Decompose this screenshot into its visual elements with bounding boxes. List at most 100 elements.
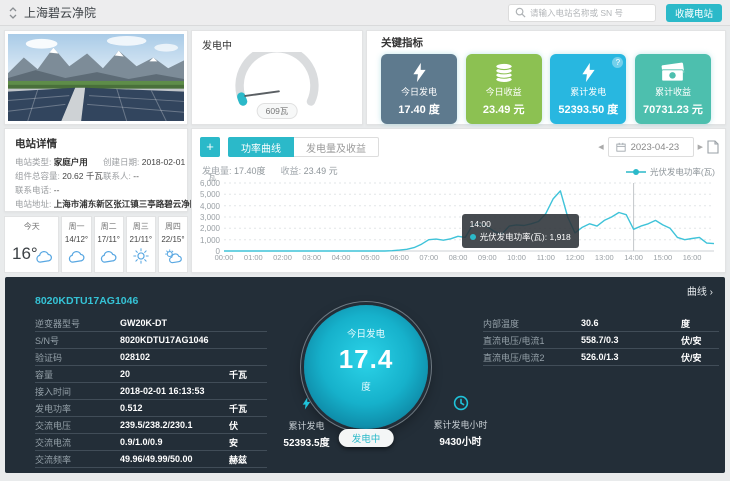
x-axis-tick: 09:00 [478, 253, 497, 262]
inv-row-label: 交流频率 [35, 453, 120, 466]
x-axis-tick: 12:00 [566, 253, 585, 262]
detail-value: 家庭户用 [54, 157, 88, 167]
daily-generation-value: 17.4 [339, 344, 394, 375]
weather-card: 周四 22/15° [158, 216, 188, 273]
help-icon[interactable]: ? [612, 57, 623, 68]
x-axis-tick: 08:00 [449, 253, 468, 262]
kpi-icon [578, 60, 599, 85]
detail-value: 20.62 千瓦 [62, 171, 103, 181]
chart-tooltip: 14:00 光伏发电功率(瓦): 1,918 [462, 214, 579, 248]
kpi-label: 累计发电 [570, 85, 606, 98]
station-details-card: 电站详情 电站类型: 家庭户用创建日期: 2018-02-01组件总容量: 20… [4, 128, 188, 212]
power-gauge-title: 发电中 [202, 37, 352, 52]
search-icon [515, 7, 526, 18]
table-row: 接入时间 2018-02-01 16:13:53 [35, 383, 267, 400]
kpi-card: ? 累计发电 52393.50 度 [550, 54, 626, 124]
collapse-station-icon[interactable] [8, 6, 18, 20]
x-axis-tick: 01:00 [244, 253, 263, 262]
daily-generation-unit: 度 [361, 379, 371, 393]
detail-value: -- [54, 185, 60, 195]
inv-row-value: 20 [120, 369, 229, 379]
x-axis-tick: 04:00 [332, 253, 351, 262]
power-gauge-dial [202, 52, 352, 110]
inverter-sn-tab[interactable]: 8020KDTU17AG1046 [35, 295, 138, 307]
add-curve-button[interactable]: + [200, 137, 220, 157]
power-gauge-value: 609瓦 [257, 103, 298, 119]
x-axis-tick: 05:00 [361, 253, 380, 262]
total-hours-block: 累计发电小时 9430小时 [413, 395, 508, 448]
inv-row-label: 发电功率 [35, 402, 120, 415]
inv-row-label: 接入时间 [35, 385, 120, 398]
kpi-value: 52393.50 度 [558, 101, 618, 117]
inv-row-label: 逆变器型号 [35, 317, 120, 330]
lightning-icon [300, 399, 313, 416]
inv-row-value: 0.9/1.0/0.9 [120, 437, 229, 447]
y-axis-tick: 2,000 [194, 224, 220, 233]
inv-row-value: 558.7/0.3 [581, 335, 681, 345]
x-axis-tick: 06:00 [390, 253, 409, 262]
station-detail-row: 电站类型: 家庭户用创建日期: 2018-02-01 [15, 155, 177, 169]
export-icon[interactable] [707, 140, 719, 154]
chart-tab[interactable]: 功率曲线 [228, 137, 294, 157]
income-value: 23.49 元 [304, 166, 338, 176]
inverter-table-left: 逆变器型号 GW20K-DT S/N号 8020KDTU17AG1046 验证码… [35, 315, 267, 468]
table-row: 直流电压/电流1 558.7/0.3 伏/安 [483, 332, 719, 349]
y-axis-tick: 3,000 [194, 213, 220, 222]
kpi-panel: 关键指标 今日发电 17.40 度 今日收益 23.49 元 ? 累计发电 52… [366, 30, 726, 125]
kpi-icon [409, 60, 430, 85]
y-axis-tick: 5,000 [194, 190, 220, 199]
weather-temp: 21/11° [127, 235, 155, 244]
weather-day: 周三 [127, 221, 155, 232]
total-hours-label: 累计发电小时 [413, 418, 508, 431]
x-axis-tick: 13:00 [595, 253, 614, 262]
weather-icon [99, 250, 118, 269]
detail-label: 创建日期: [103, 157, 142, 167]
date-picker[interactable]: 2023-04-23 [608, 137, 694, 157]
table-row: 容量 20 千瓦 [35, 366, 267, 383]
weather-card: 周二 17/11° [94, 216, 124, 273]
inv-row-value: 526.0/1.3 [581, 352, 681, 362]
station-detail-row: 组件总容量: 20.62 千瓦联系人: -- [15, 169, 177, 183]
chart-tab[interactable]: 发电量及收益 [294, 137, 379, 157]
weather-day: 今天 [5, 221, 58, 232]
chart-card: + 功率曲线发电量及收益 ◀ 2023-04-23 ▶ 发电量: 17.40度 … [191, 128, 726, 273]
next-day-button[interactable]: ▶ [698, 143, 703, 151]
table-row: 直流电压/电流2 526.0/1.3 伏/安 [483, 349, 719, 366]
kpi-card: 今日发电 17.40 度 [381, 54, 457, 124]
inv-row-unit: 千瓦 [229, 368, 267, 381]
chart-tabs: 功率曲线发电量及收益 [228, 137, 379, 157]
x-axis-tick: 03:00 [302, 253, 321, 262]
kpi-label: 今日发电 [401, 85, 437, 98]
inv-row-value: 2018-02-01 16:13:53 [120, 386, 229, 396]
kpi-value: 70731.23 元 [643, 101, 703, 117]
weather-day: 周四 [159, 221, 187, 232]
detail-label: 电站类型: [15, 157, 54, 167]
chart-plot-area[interactable]: 14:00 光伏发电功率(瓦): 1,918 [224, 183, 714, 251]
inv-row-unit: 赫兹 [229, 453, 267, 466]
kpi-panel-title: 关键指标 [381, 35, 711, 50]
tooltip-time: 14:00 [470, 218, 571, 231]
kpi-label: 累计收益 [655, 85, 691, 98]
middle-row: 电站详情 电站类型: 家庭户用创建日期: 2018-02-01组件总容量: 20… [4, 128, 726, 273]
x-axis-tick: 11:00 [537, 253, 555, 262]
favorite-station-button[interactable]: 收藏电站 [666, 4, 722, 22]
x-axis-tick: 14:00 [624, 253, 643, 262]
station-search-box[interactable] [508, 4, 656, 22]
chart-summary: 发电量: 17.40度 收益: 23.49 元 [202, 164, 338, 177]
kpi-icon [491, 60, 517, 85]
daily-generation-label: 今日发电 [347, 326, 385, 340]
curve-link[interactable]: 曲线 › [687, 283, 713, 298]
table-row: 交流电压 239.5/238.2/230.1 伏 [35, 417, 267, 434]
income-label: 收益: [281, 166, 302, 176]
y-axis-tick: 6,000 [194, 179, 220, 188]
search-input[interactable] [530, 8, 649, 18]
inv-row-label: 内部温度 [483, 317, 581, 330]
y-axis-tick: 4,000 [194, 202, 220, 211]
prev-day-button[interactable]: ◀ [598, 143, 603, 151]
inv-row-value: 49.96/49.99/50.00 [120, 454, 229, 464]
kpi-card: 累计收益 70731.23 元 [635, 54, 711, 124]
weather-day: 周二 [95, 221, 123, 232]
kpi-card: 今日收益 23.49 元 [466, 54, 542, 124]
weather-temp: 14/12° [62, 235, 90, 244]
legend-item[interactable]: 光伏发电功率(瓦) [626, 166, 715, 178]
